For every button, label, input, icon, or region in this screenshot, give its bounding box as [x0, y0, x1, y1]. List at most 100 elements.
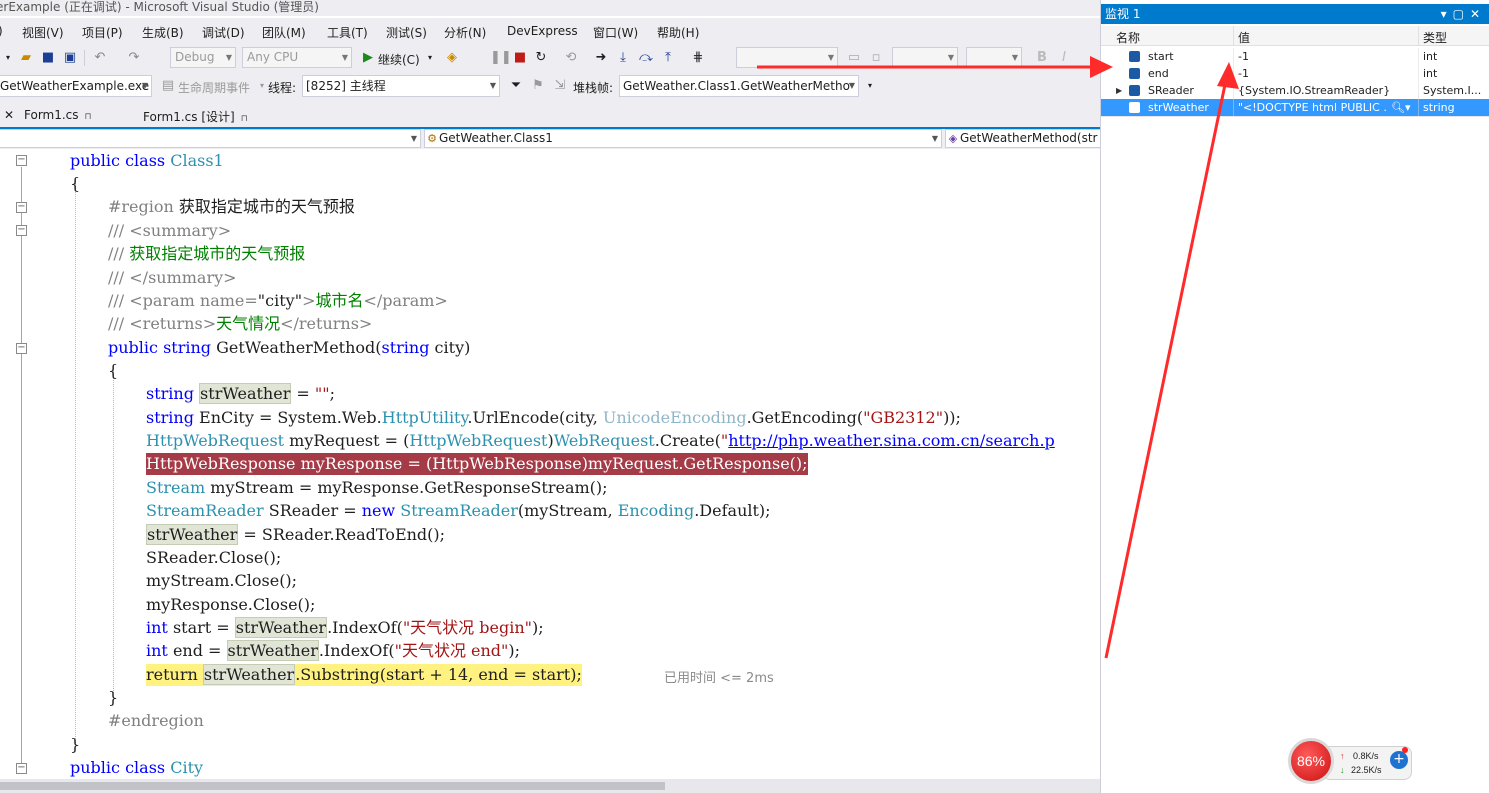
step-into-icon[interactable]: ⤓ [615, 50, 631, 66]
code-line: strWeather = SReader.ReadToEnd(); [146, 524, 446, 545]
text-visualizer-icon[interactable]: 🔍︎▾ [1391, 99, 1411, 116]
method-icon: ◈ [948, 132, 958, 145]
flag-icon[interactable]: ⚑ [530, 78, 546, 94]
menu-item-view[interactable]: 视图(V) [22, 24, 64, 41]
code-line: /// </summary> [108, 268, 237, 287]
continue-icon[interactable]: ▶ [360, 50, 376, 66]
code-line: string strWeather = ""; [146, 383, 336, 404]
menu-item-partial[interactable]: ) [0, 24, 3, 38]
memory-usage-badge[interactable]: 86% [1288, 738, 1334, 784]
maximize-icon[interactable]: ▢ [1453, 7, 1470, 21]
watch-row[interactable]: ▶ SReader {System.IO.StreamReader} Syste… [1101, 82, 1489, 99]
dropdown-arrow-icon[interactable]: ▾ [1441, 7, 1453, 21]
class-combo[interactable]: ⚙ GetWeather.Class1 ▼ [424, 129, 942, 148]
attach-icon[interactable]: ◈ [444, 50, 460, 66]
horizontal-scrollbar[interactable] [0, 779, 1100, 793]
scrollbar-thumb[interactable] [0, 782, 665, 790]
member-combo[interactable]: ◈ GetWeatherMethod(str [945, 129, 1105, 148]
menu-item-project[interactable]: 项目(P) [82, 24, 123, 41]
code-line: /// <returns>天气情况</returns> [108, 314, 373, 333]
font-size-combo[interactable]: ▼ [966, 47, 1022, 68]
layout-icon[interactable]: ▭ [846, 50, 862, 66]
lifecycle-events-button[interactable]: 生命周期事件 [178, 79, 250, 96]
separator [84, 50, 85, 66]
menu-item-tools[interactable]: 工具(T) [327, 24, 368, 41]
pin-icon[interactable]: ⊓ [85, 112, 92, 122]
dropdown-arrow-icon[interactable]: ▾ [422, 50, 438, 66]
watch-row[interactable]: start -1 int [1101, 48, 1489, 65]
collapse-toggle[interactable]: − [16, 763, 27, 774]
code-line: int end = strWeather.IndexOf("天气状况 end")… [146, 640, 521, 661]
column-divider[interactable] [1418, 26, 1419, 46]
menu-item-test[interactable]: 测试(S) [386, 24, 427, 41]
column-header-type[interactable]: 类型 [1423, 29, 1447, 46]
watch-row[interactable]: end -1 int [1101, 65, 1489, 82]
redo-icon[interactable]: ↷ [126, 50, 142, 66]
window-title: erExample (正在调试) - Microsoft Visual Stud… [0, 0, 319, 14]
filter-icon[interactable]: ⏷ [508, 78, 524, 94]
process-combo[interactable]: GetWeatherExample.exe ▼ [0, 75, 152, 97]
save-all-icon[interactable]: ▣ [62, 50, 78, 66]
open-folder-icon[interactable]: ▰ [18, 50, 34, 66]
collapse-toggle[interactable]: − [16, 202, 27, 213]
solution-platform-combo[interactable]: Any CPU ▼ [242, 47, 352, 68]
italic-icon[interactable]: I [1056, 50, 1072, 66]
pin-icon[interactable]: ⊓ [241, 114, 248, 124]
dropdown-arrow-icon[interactable]: ▾ [862, 78, 878, 94]
close-icon[interactable]: ✕ [4, 108, 14, 122]
stop-debugging-icon[interactable]: ■ [512, 50, 528, 66]
continue-button[interactable]: 继续(C) [378, 51, 420, 68]
break-all-icon[interactable]: ❚❚ [490, 50, 512, 66]
menu-item-window[interactable]: 窗口(W) [593, 24, 638, 41]
collapse-icon[interactable]: ⇲ [552, 78, 568, 94]
step-out-icon[interactable]: ⤒ [660, 50, 676, 66]
hot-reload-icon[interactable]: ⟲ [563, 50, 579, 66]
column-divider[interactable] [1233, 26, 1234, 46]
indent-guide [75, 183, 76, 743]
collapse-toggle[interactable]: − [16, 343, 27, 354]
plus-icon[interactable]: + [1390, 751, 1408, 769]
save-icon[interactable]: ■ [40, 50, 56, 66]
hex-display-icon[interactable]: ⋕ [690, 50, 706, 66]
chevron-down-icon: ▼ [848, 81, 855, 90]
tab-form1-designer[interactable]: Form1.cs [设计] ⊓ [143, 108, 248, 125]
menu-item-team[interactable]: 团队(M) [262, 24, 306, 41]
code-line: myStream.Close(); [146, 571, 298, 590]
collapse-toggle[interactable]: − [16, 225, 27, 236]
perf-tip[interactable]: 已用时间 <= 2ms [664, 667, 774, 686]
undo-icon[interactable]: ↶ [92, 50, 108, 66]
menu-item-help[interactable]: 帮助(H) [657, 24, 699, 41]
menu-item-debug[interactable]: 调试(D) [202, 24, 245, 41]
menu-item-build[interactable]: 生成(B) [142, 24, 184, 41]
network-speed-widget[interactable]: 86% ↑ 0.8K/s ↓ 22.5K/s + [1288, 738, 1414, 786]
outlining-margin: − − − − − [0, 149, 40, 779]
code-editor[interactable]: − − − − − public class Class1 { #region … [0, 149, 1100, 779]
stackframe-combo[interactable]: GetWeather.Class1.GetWeatherMetho ▼ [619, 75, 859, 97]
chevron-down-icon: ▼ [1011, 53, 1018, 62]
format-combo[interactable]: ▼ [736, 47, 838, 68]
tab-form1-cs[interactable]: Form1.cs ⊓ [24, 108, 92, 122]
code-line: StreamReader SReader = new StreamReader(… [146, 501, 771, 520]
restart-icon[interactable]: ↻ [533, 50, 549, 66]
thread-combo[interactable]: [8252] 主线程 ▼ [302, 75, 500, 97]
download-arrow-icon: ↓ [1340, 765, 1345, 775]
code-line: #region 获取指定城市的天气预报 [108, 197, 355, 216]
close-icon[interactable]: ✕ [1470, 7, 1486, 21]
column-header-name[interactable]: 名称 [1116, 29, 1140, 46]
divider [1101, 116, 1489, 117]
solution-config-combo[interactable]: Debug ▼ [170, 47, 236, 68]
menu-item-analyze[interactable]: 分析(N) [444, 24, 486, 41]
expand-arrow-icon[interactable]: ▶ [1116, 82, 1122, 99]
collapse-toggle[interactable]: − [16, 155, 27, 166]
menu-item-devexpress[interactable]: DevExpress [507, 24, 578, 38]
bold-icon[interactable]: B [1034, 50, 1050, 66]
step-over-icon[interactable]: ⤼ [638, 50, 654, 66]
watch-row-selected[interactable]: strWeather "<!DOCTYPE html PUBLIC ... 🔍︎… [1101, 99, 1489, 116]
dropdown-arrow-icon[interactable]: ▾ [0, 50, 16, 66]
column-header-value[interactable]: 值 [1238, 29, 1250, 46]
show-next-statement-icon[interactable]: ➜ [593, 50, 609, 66]
editor-navigation-bar: ▼ ⚙ GetWeather.Class1 ▼ ◈ GetWeatherMethod(… [0, 129, 1105, 149]
layout-icon[interactable]: ▫ [868, 50, 884, 66]
project-combo[interactable]: ▼ [0, 129, 421, 148]
font-combo[interactable]: ▼ [892, 47, 958, 68]
